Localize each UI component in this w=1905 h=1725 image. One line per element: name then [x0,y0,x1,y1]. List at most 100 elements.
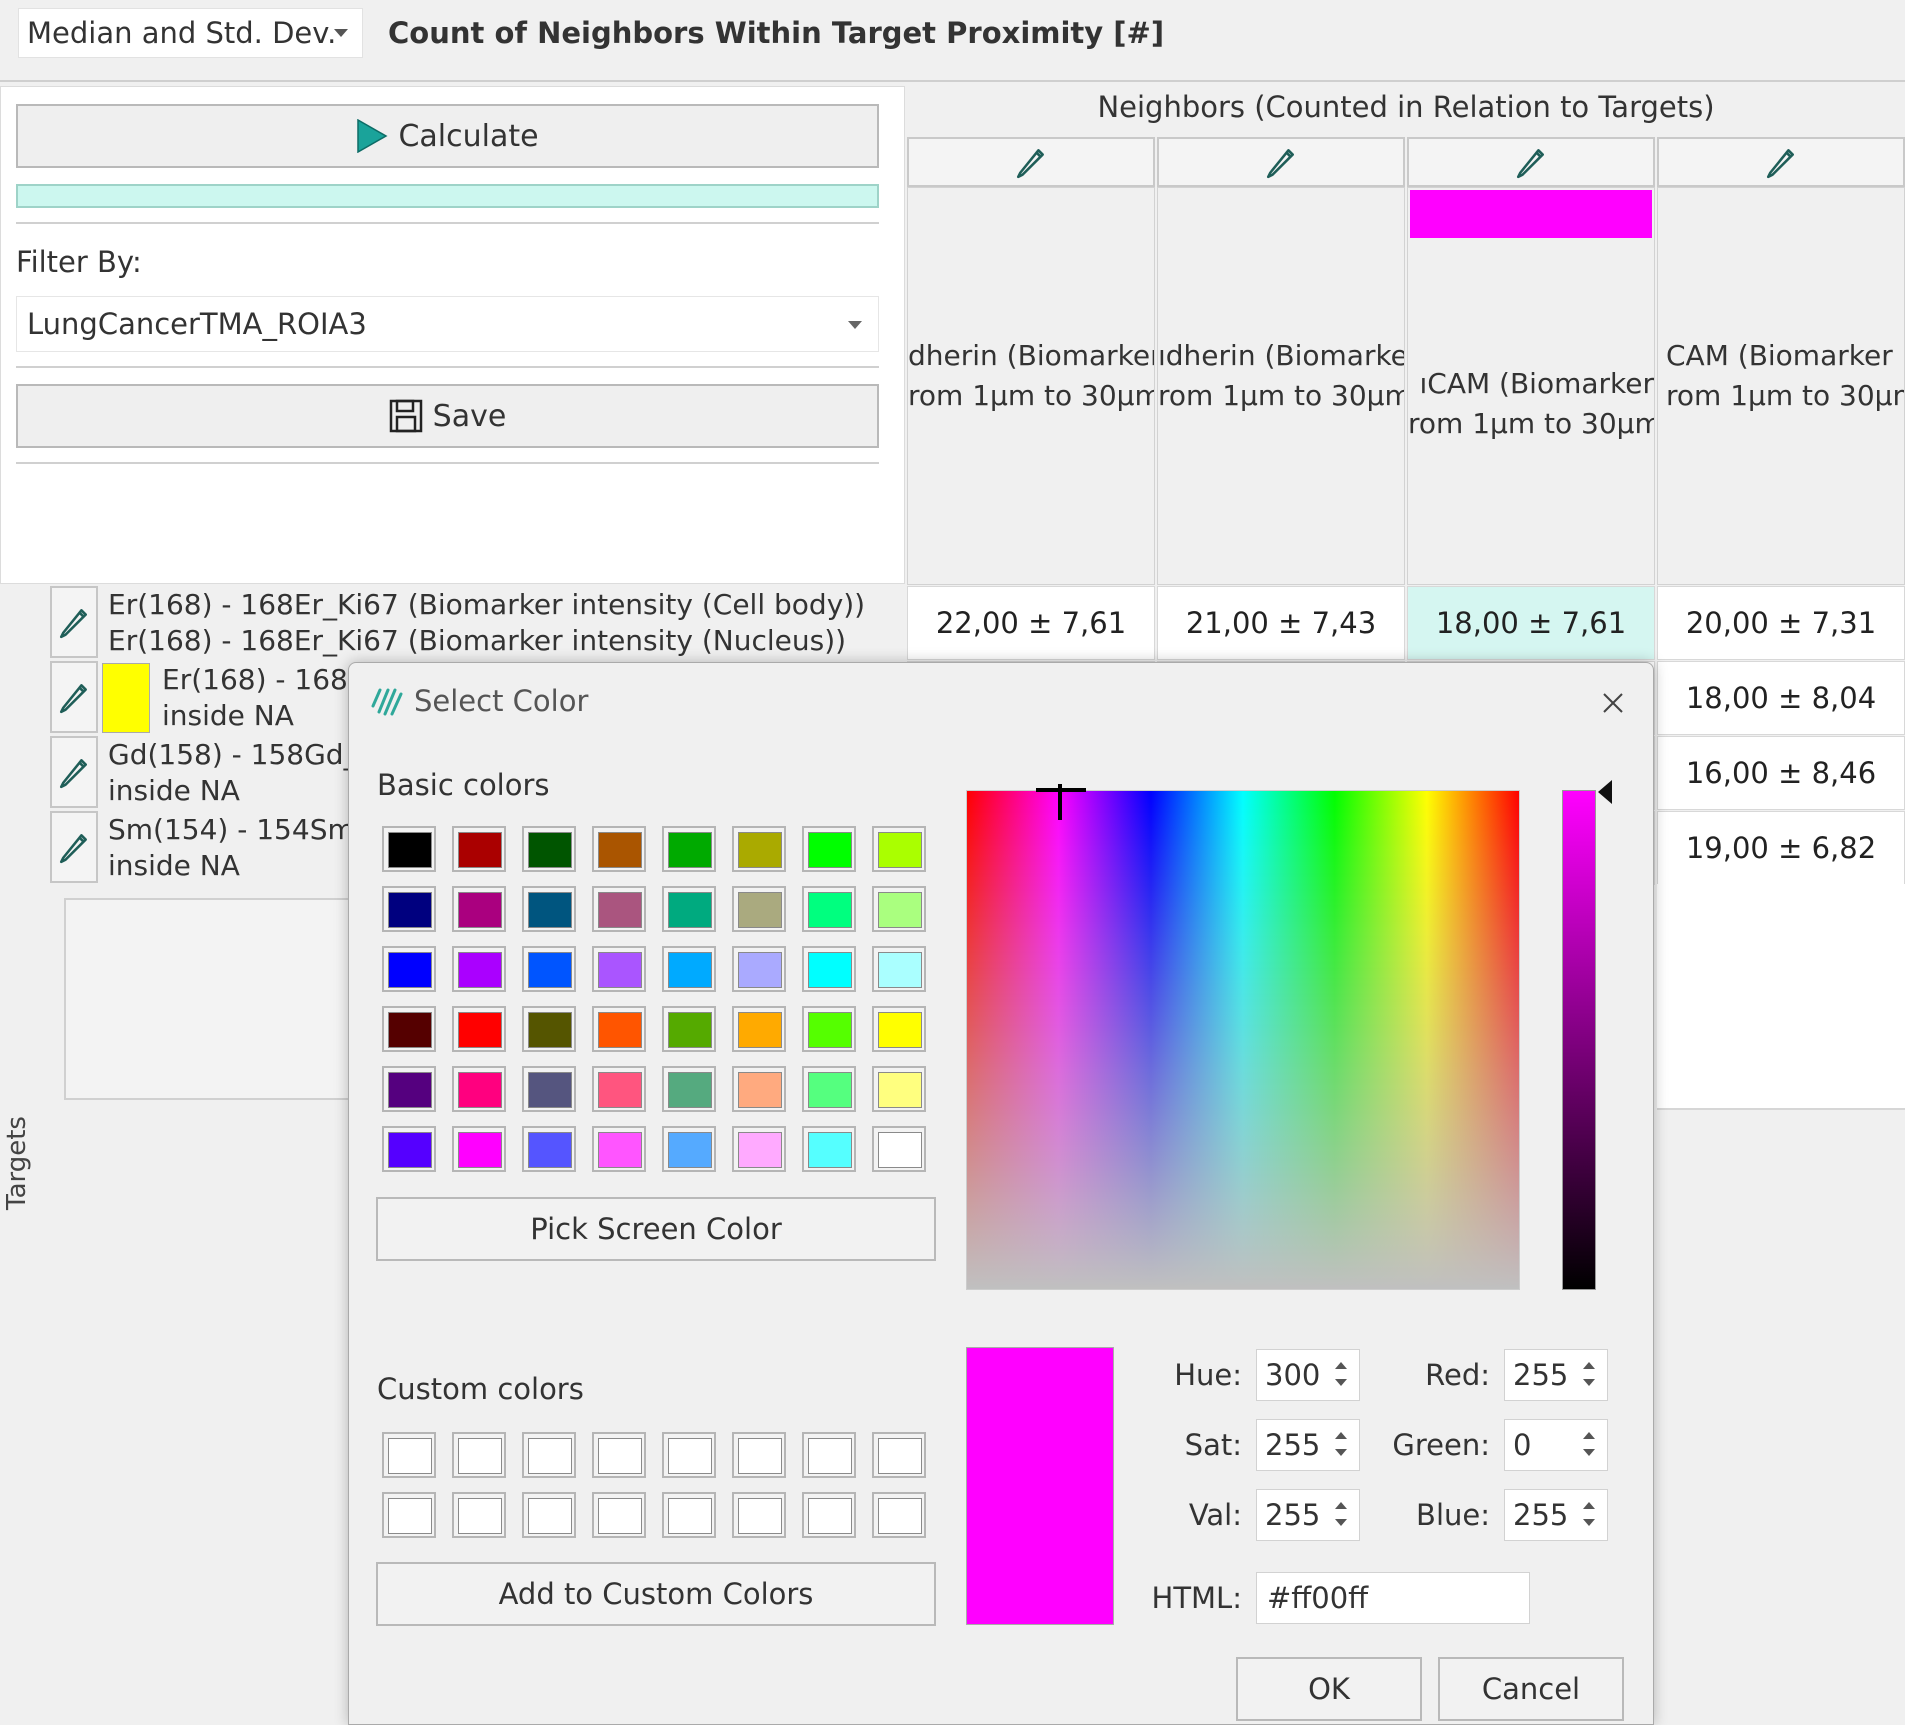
basic-color-swatch[interactable] [452,946,506,992]
row-edit-button[interactable] [50,586,98,658]
custom-color-swatch[interactable] [732,1432,786,1478]
custom-color-swatch[interactable] [802,1492,856,1538]
hue-spinbox[interactable]: 300 [1256,1349,1360,1401]
custom-color-swatch[interactable] [662,1492,716,1538]
basic-color-swatch[interactable] [872,826,926,872]
spin-up-icon[interactable] [1335,1502,1347,1509]
cancel-button[interactable]: Cancel [1438,1657,1624,1721]
basic-color-swatch[interactable] [662,946,716,992]
close-icon[interactable] [1592,682,1634,724]
basic-color-swatch[interactable] [592,886,646,932]
spin-up-icon[interactable] [1583,1502,1595,1509]
column-edit-button[interactable] [1657,137,1905,187]
table-cell[interactable]: 18,00 ± 8,04 [1657,661,1905,735]
add-to-custom-colors-button[interactable]: Add to Custom Colors [376,1562,936,1626]
custom-color-swatch[interactable] [522,1432,576,1478]
column-edit-button[interactable] [1407,137,1655,187]
basic-color-swatch[interactable] [662,826,716,872]
custom-color-swatch[interactable] [452,1432,506,1478]
basic-color-swatch[interactable] [662,1126,716,1172]
slider-handle-icon[interactable] [1598,780,1612,804]
basic-color-swatch[interactable] [732,1066,786,1112]
basic-color-swatch[interactable] [452,1006,506,1052]
table-cell[interactable]: 21,00 ± 7,43 [1157,586,1405,660]
spin-down-icon[interactable] [1583,1519,1595,1526]
basic-color-swatch[interactable] [592,1066,646,1112]
basic-color-swatch[interactable] [382,1066,436,1112]
custom-color-swatch[interactable] [592,1492,646,1538]
basic-color-swatch[interactable] [382,1006,436,1052]
column-edit-button[interactable] [1157,137,1405,187]
basic-color-swatch[interactable] [522,1006,576,1052]
custom-color-swatch[interactable] [522,1492,576,1538]
basic-color-swatch[interactable] [452,1066,506,1112]
basic-color-swatch[interactable] [802,1126,856,1172]
basic-color-swatch[interactable] [592,946,646,992]
column-color-swatch[interactable] [1410,190,1652,238]
custom-color-swatch[interactable] [872,1492,926,1538]
column-edit-button[interactable] [907,137,1155,187]
custom-color-swatch[interactable] [592,1432,646,1478]
spin-up-icon[interactable] [1583,1362,1595,1369]
custom-color-swatch[interactable] [802,1432,856,1478]
pick-screen-color-button[interactable]: Pick Screen Color [376,1197,936,1261]
basic-color-swatch[interactable] [452,826,506,872]
ok-button[interactable]: OK [1236,1657,1422,1721]
spin-down-icon[interactable] [1335,1449,1347,1456]
basic-color-swatch[interactable] [872,1066,926,1112]
save-button[interactable]: Save [16,384,879,448]
basic-color-swatch[interactable] [382,826,436,872]
table-cell[interactable]: 16,00 ± 8,46 [1657,736,1905,810]
basic-color-swatch[interactable] [802,1006,856,1052]
row-edit-button[interactable] [50,661,98,733]
table-cell[interactable]: 22,00 ± 7,61 [907,586,1155,660]
basic-color-swatch[interactable] [732,826,786,872]
blue-spinbox[interactable]: 255 [1504,1489,1608,1541]
spin-up-icon[interactable] [1335,1432,1347,1439]
basic-color-swatch[interactable] [802,1066,856,1112]
value-slider[interactable] [1562,790,1596,1290]
basic-color-swatch[interactable] [452,1126,506,1172]
sat-spinbox[interactable]: 255 [1256,1419,1360,1471]
basic-color-swatch[interactable] [872,1006,926,1052]
spin-up-icon[interactable] [1583,1432,1595,1439]
basic-color-swatch[interactable] [662,886,716,932]
basic-color-swatch[interactable] [522,886,576,932]
basic-color-swatch[interactable] [522,946,576,992]
custom-color-swatch[interactable] [872,1432,926,1478]
basic-color-swatch[interactable] [382,886,436,932]
table-cell[interactable]: 20,00 ± 7,31 [1657,586,1905,660]
basic-color-swatch[interactable] [732,946,786,992]
basic-color-swatch[interactable] [382,1126,436,1172]
basic-color-swatch[interactable] [802,826,856,872]
spin-down-icon[interactable] [1335,1519,1347,1526]
basic-color-swatch[interactable] [452,886,506,932]
basic-color-swatch[interactable] [592,826,646,872]
green-spinbox[interactable]: 0 [1504,1419,1608,1471]
basic-color-swatch[interactable] [872,1126,926,1172]
basic-color-swatch[interactable] [802,946,856,992]
basic-color-swatch[interactable] [522,1126,576,1172]
row-edit-button[interactable] [50,736,98,808]
custom-color-swatch[interactable] [382,1432,436,1478]
basic-color-swatch[interactable] [872,886,926,932]
basic-color-swatch[interactable] [662,1006,716,1052]
basic-color-swatch[interactable] [592,1126,646,1172]
basic-color-swatch[interactable] [872,946,926,992]
statistic-mode-dropdown[interactable]: Median and Std. Dev. [18,8,363,58]
hue-saturation-picker[interactable] [966,790,1520,1290]
basic-color-swatch[interactable] [732,1006,786,1052]
table-cell[interactable]: 18,00 ± 7,61 [1407,586,1655,660]
basic-color-swatch[interactable] [382,946,436,992]
basic-color-swatch[interactable] [592,1006,646,1052]
basic-color-swatch[interactable] [522,1066,576,1112]
basic-color-swatch[interactable] [662,1066,716,1112]
basic-color-swatch[interactable] [732,1126,786,1172]
val-spinbox[interactable]: 255 [1256,1489,1360,1541]
basic-color-swatch[interactable] [522,826,576,872]
spin-up-icon[interactable] [1335,1362,1347,1369]
calculate-button[interactable]: Calculate [16,104,879,168]
html-color-input[interactable]: #ff00ff [1256,1572,1530,1624]
red-spinbox[interactable]: 255 [1504,1349,1608,1401]
custom-color-swatch[interactable] [732,1492,786,1538]
